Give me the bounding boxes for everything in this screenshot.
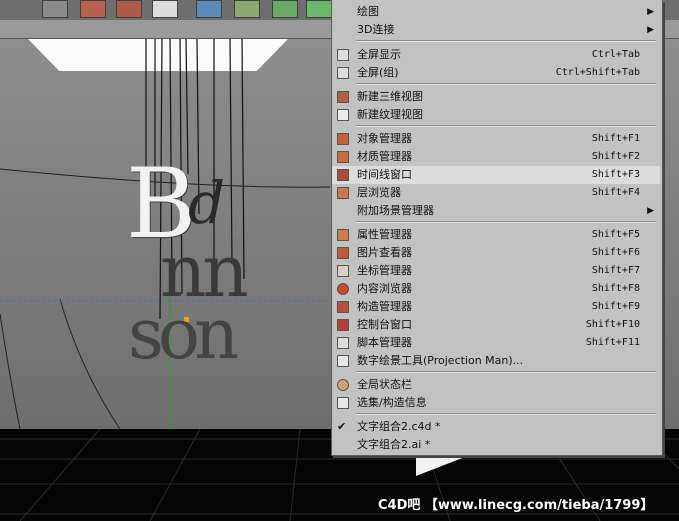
global-status-icon <box>337 379 349 391</box>
new-3d-view-icon <box>337 91 349 103</box>
nurbs-icon[interactable] <box>234 0 260 18</box>
selection-info-icon <box>337 397 349 409</box>
menu-item-draw[interactable]: 绘图 ▶ <box>332 3 660 21</box>
menu-item-new-texture-view[interactable]: 新建纹理视图 <box>332 106 660 124</box>
menu-item-coordinate-manager[interactable]: 坐标管理器 Shift+F7 <box>332 262 660 280</box>
layer-browser-icon <box>337 187 349 199</box>
menu-item-document-c4d[interactable]: ✔ 文字组合2.c4d * <box>332 418 660 436</box>
menu-item-extra-scene-managers[interactable]: 附加场景管理器 ▶ <box>332 202 660 220</box>
render-settings-icon[interactable] <box>152 0 178 18</box>
watermark-text: C4D吧 【www.linecg.com/tieba/1799】 <box>378 498 654 513</box>
menu-separator <box>356 125 656 127</box>
menu-separator <box>356 40 656 42</box>
menu-item-material-manager[interactable]: 材质管理器 Shift+F2 <box>332 148 660 166</box>
menu-item-layer-browser[interactable]: 层浏览器 Shift+F4 <box>332 184 660 202</box>
menu-item-new-3d-view[interactable]: 新建三维视图 <box>332 88 660 106</box>
render-picture-icon[interactable] <box>116 0 142 18</box>
menu-item-global-status-bar[interactable]: 全局状态栏 <box>332 376 660 394</box>
menu-separator <box>356 371 656 373</box>
timeline-icon <box>337 169 349 181</box>
object-manager-icon <box>337 133 349 145</box>
undo-icon[interactable] <box>42 0 68 18</box>
menu-item-3d-connection[interactable]: 3D连接 ▶ <box>332 21 660 39</box>
cube-icon[interactable] <box>196 0 222 18</box>
deformer-icon[interactable] <box>306 0 332 18</box>
menu-item-structure-manager[interactable]: 构造管理器 Shift+F9 <box>332 298 660 316</box>
picture-viewer-icon <box>337 247 349 259</box>
fullscreen-icon <box>337 49 349 61</box>
render-view-icon[interactable] <box>80 0 106 18</box>
projection-man-icon <box>337 355 349 367</box>
menu-item-selection-info[interactable]: 选集/构造信息 <box>332 394 660 412</box>
menu-item-timeline[interactable]: 时间线窗口 Shift+F3 <box>332 166 660 184</box>
menu-separator <box>356 83 656 85</box>
menu-item-attribute-manager[interactable]: 属性管理器 Shift+F5 <box>332 226 660 244</box>
checkmark-icon: ✔ <box>337 420 347 433</box>
coordinate-manager-icon <box>337 265 349 277</box>
material-manager-icon <box>337 151 349 163</box>
menu-item-projection-man[interactable]: 数字绘景工具(Projection Man)... <box>332 352 660 370</box>
menu-item-document-ai[interactable]: 文字组合2.ai * <box>332 436 660 454</box>
window-menu-dropdown: 绘图 ▶ 3D连接 ▶ 全屏显示 Ctrl+Tab 全屏(组) Ctrl+Shi… <box>331 0 663 456</box>
submenu-arrow-icon: ▶ <box>647 25 654 35</box>
menu-separator <box>356 221 656 223</box>
menu-item-fullscreen[interactable]: 全屏显示 Ctrl+Tab <box>332 46 660 64</box>
fullscreen-group-icon <box>337 67 349 79</box>
menu-item-content-browser[interactable]: 内容浏览器 Shift+F8 <box>332 280 660 298</box>
attribute-manager-icon <box>337 229 349 241</box>
new-texture-view-icon <box>337 109 349 121</box>
script-manager-icon <box>337 337 349 349</box>
content-browser-icon <box>337 283 349 295</box>
console-icon <box>337 319 349 331</box>
letter-d: d <box>188 169 226 237</box>
menu-item-object-manager[interactable]: 对象管理器 Shift+F1 <box>332 130 660 148</box>
menu-item-script-manager[interactable]: 脚本管理器 Shift+F11 <box>332 334 660 352</box>
menu-item-fullscreen-group[interactable]: 全屏(组) Ctrl+Shift+Tab <box>332 64 660 82</box>
array-icon[interactable] <box>272 0 298 18</box>
menu-separator <box>356 413 656 415</box>
letters-son: SON <box>128 293 239 375</box>
menu-item-picture-viewer[interactable]: 图片查看器 Shift+F6 <box>332 244 660 262</box>
menu-item-console[interactable]: 控制台窗口 Shift+F10 <box>332 316 660 334</box>
submenu-arrow-icon: ▶ <box>647 206 654 216</box>
submenu-arrow-icon: ▶ <box>647 7 654 17</box>
structure-manager-icon <box>337 301 349 313</box>
